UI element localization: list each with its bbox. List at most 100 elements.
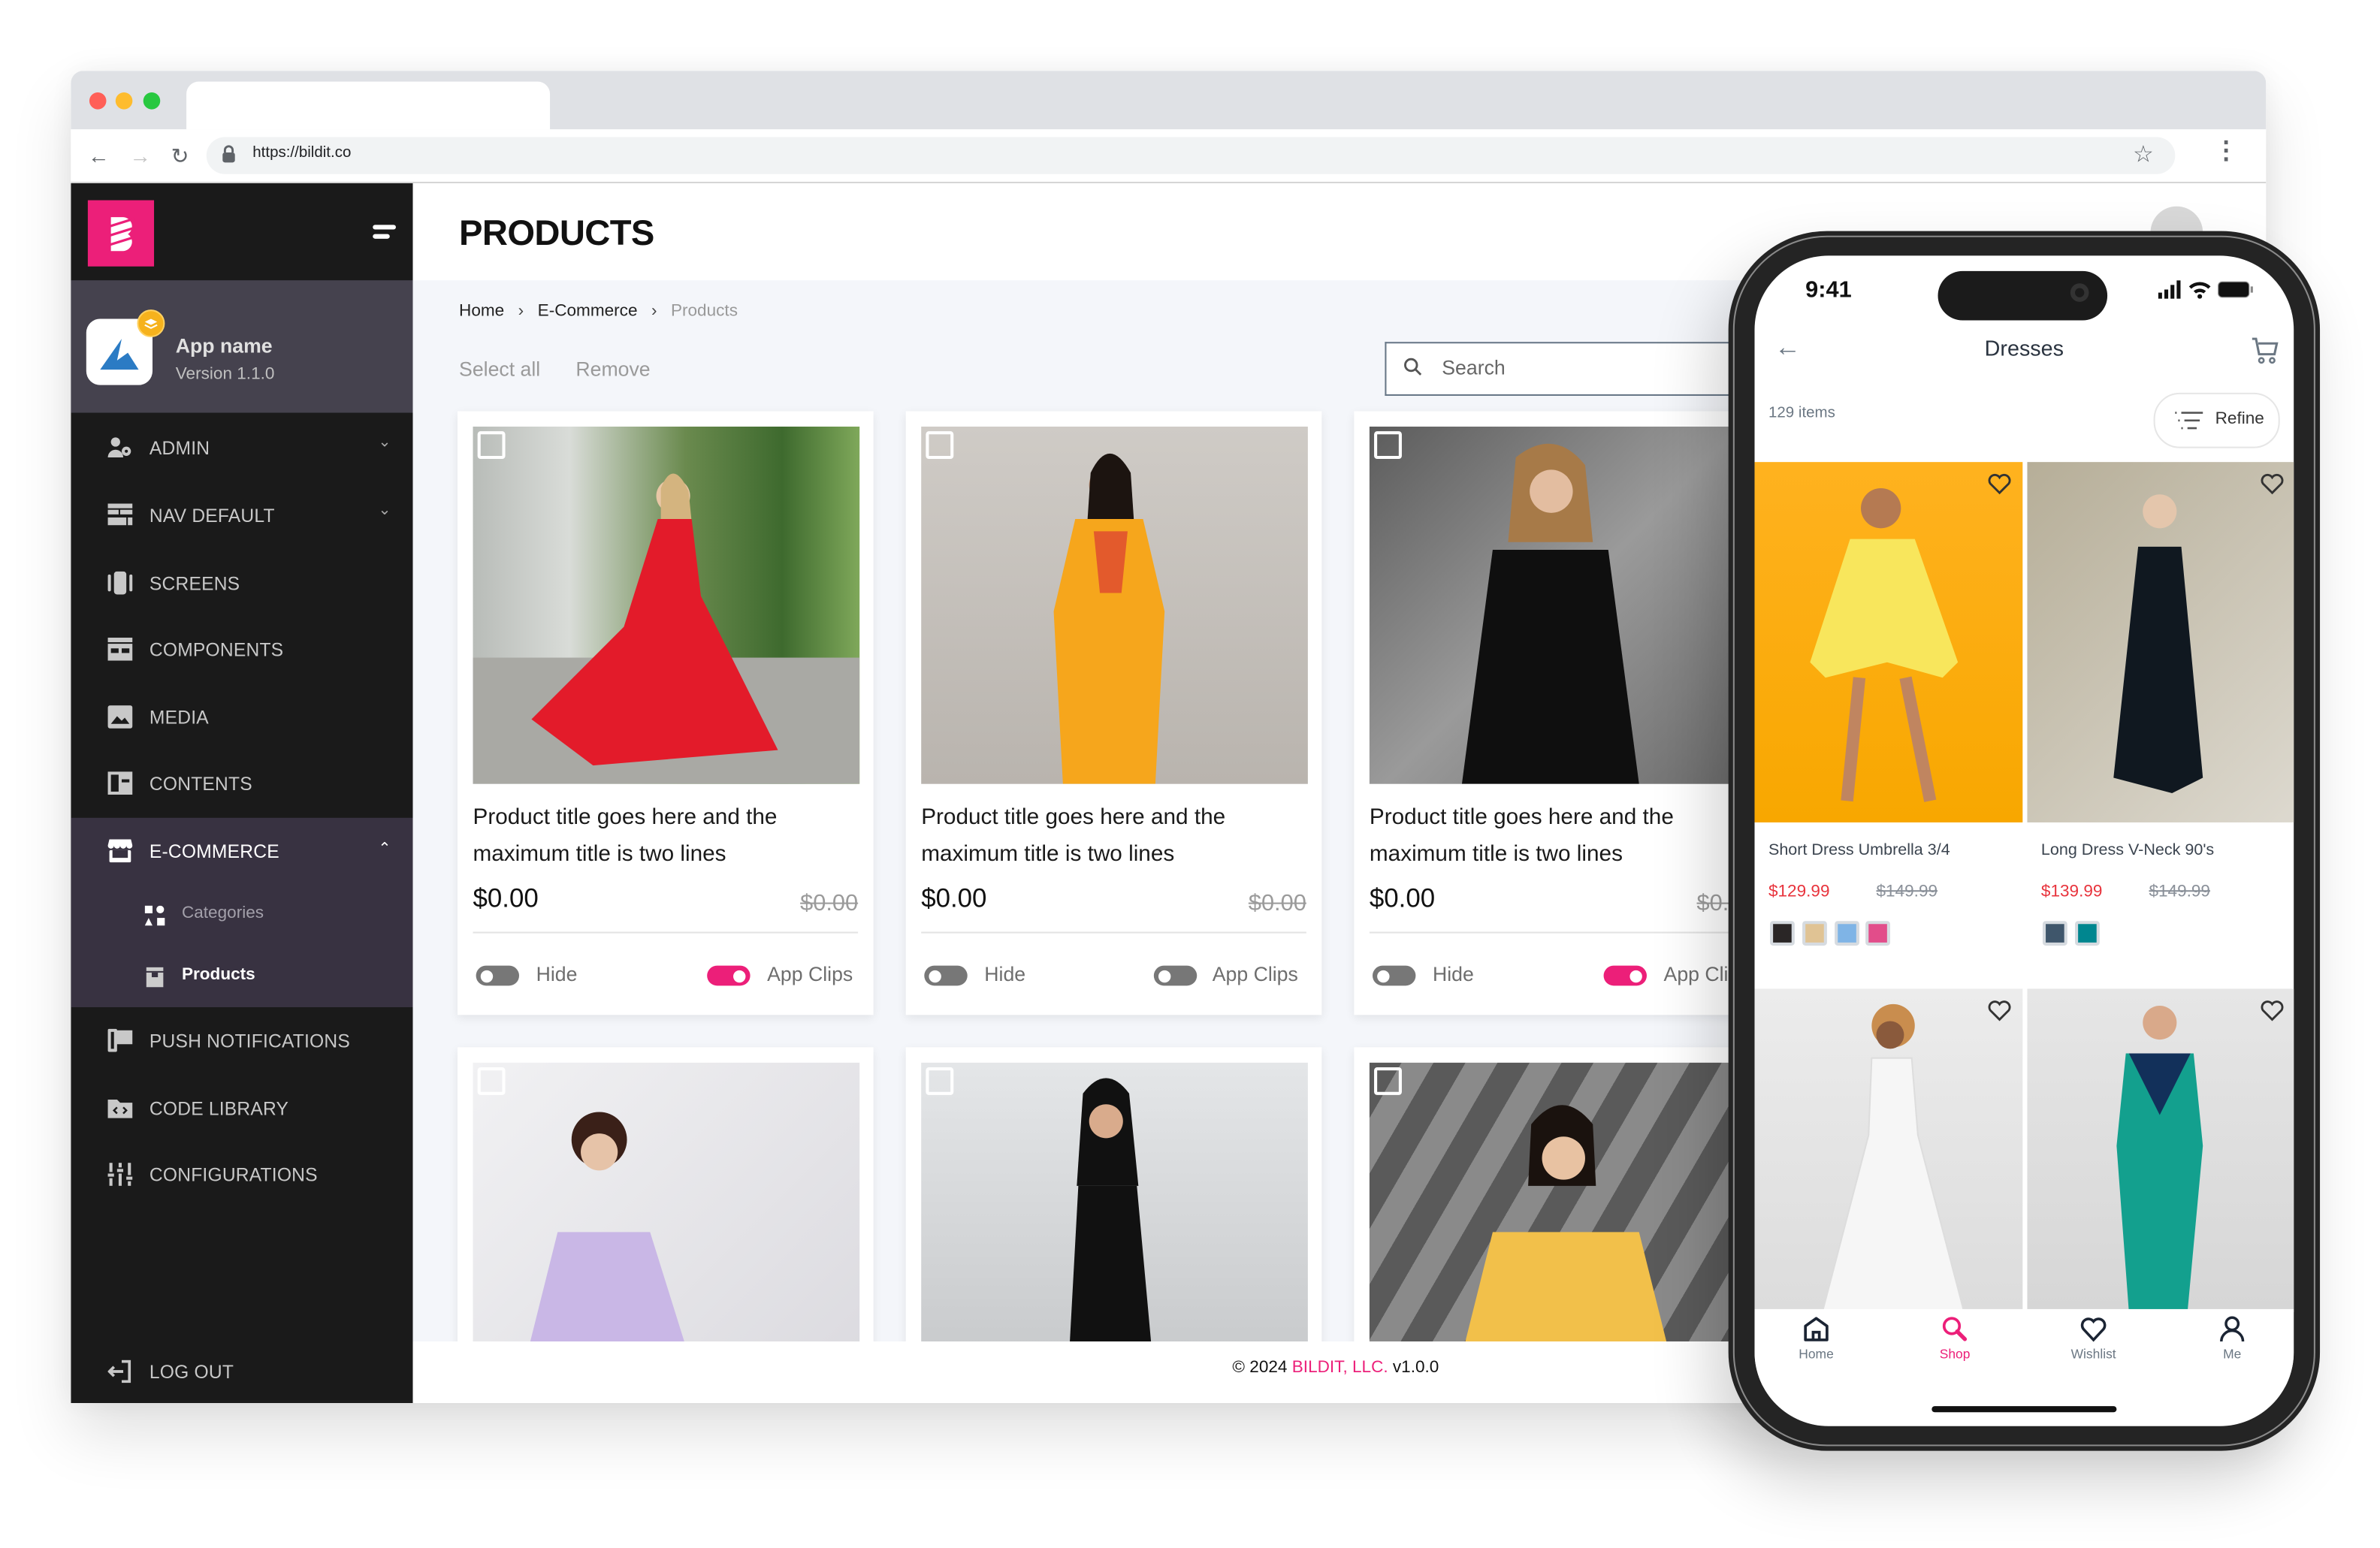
box-icon [146, 967, 164, 988]
breadcrumb-home[interactable]: Home [459, 302, 504, 321]
product-select-checkbox[interactable] [1374, 1067, 1402, 1095]
sidebar-item-media[interactable]: MEDIA [71, 683, 412, 750]
tab-home[interactable]: Home [1770, 1309, 1862, 1362]
sidebar-subitem-products[interactable]: Products [71, 946, 412, 1007]
sidebar-item-screens[interactable]: SCREENS [71, 550, 412, 616]
product-old-price: $0.00 [1248, 890, 1306, 917]
select-all-button[interactable]: Select all [459, 358, 540, 381]
product-old-price: $0.00 [800, 890, 859, 917]
hide-toggle[interactable] [924, 965, 968, 986]
remove-button[interactable]: Remove [575, 358, 650, 381]
product-card[interactable] [905, 1047, 1322, 1356]
sidebar-item-components[interactable]: COMPONENTS [71, 616, 412, 682]
phone-product-image[interactable] [2027, 988, 2294, 1313]
logo-b-icon [109, 217, 134, 252]
wishlist-heart-icon[interactable] [1987, 1000, 2012, 1021]
wishlist-heart-icon[interactable] [1987, 473, 2012, 495]
product-card[interactable]: Product title goes here and the maximum … [1354, 411, 1771, 1015]
wishlist-heart-icon[interactable] [2260, 1000, 2285, 1021]
sidebar-group-ecommerce: E-COMMERCE ⌃ Categories Products [71, 817, 413, 1008]
wishlist-heart-icon[interactable] [2260, 473, 2285, 495]
color-swatch[interactable] [1802, 921, 1827, 946]
cart-icon[interactable] [2251, 337, 2279, 365]
lock-icon [222, 145, 235, 163]
sidebar-item-code-library[interactable]: CODE LIBRARY [71, 1075, 412, 1141]
product-image [921, 1062, 1308, 1356]
user-icon [2220, 1316, 2245, 1342]
stage: ← → ↻ https://bildit.co ☆ ⋮ App name Ver… [0, 0, 2380, 1548]
sidebar-item-ecommerce[interactable]: E-COMMERCE ⌃ [71, 818, 412, 884]
app-clips-label: App Clips [767, 962, 853, 986]
product-price: $0.00 [473, 883, 539, 913]
tab-shop[interactable]: Shop [1909, 1309, 2001, 1362]
hide-toggle[interactable] [476, 965, 520, 986]
collapse-sidebar-button[interactable] [373, 225, 396, 243]
browser-tab[interactable] [186, 81, 551, 130]
reload-icon[interactable]: ↻ [171, 142, 189, 170]
signal-icon [2158, 280, 2181, 299]
hide-toggle[interactable] [1372, 965, 1416, 986]
screens-icon [107, 571, 133, 595]
minimize-window-button[interactable] [115, 92, 133, 110]
phone-product-image[interactable] [1754, 462, 2023, 822]
product-select-checkbox[interactable] [477, 431, 506, 460]
phone-product-image[interactable] [1754, 988, 2023, 1313]
sidebar-item-nav-default[interactable]: NAV DEFAULT ⌄ [71, 482, 412, 548]
color-swatch[interactable] [1865, 921, 1890, 946]
color-swatch[interactable] [1835, 921, 1859, 946]
sidebar-item-configurations[interactable]: CONFIGURATIONS [71, 1141, 412, 1207]
sidebar-item-push-notifications[interactable]: PUSH NOTIFICATIONS [71, 1007, 412, 1073]
tab-me[interactable]: Me [2186, 1309, 2279, 1362]
app-clips-toggle[interactable] [707, 965, 751, 986]
sliders-icon [107, 1163, 133, 1186]
product-select-checkbox[interactable] [926, 1067, 954, 1095]
status-time: 9:41 [1805, 277, 1852, 303]
chevron-down-icon: ⌄ [378, 434, 391, 451]
maximize-window-button[interactable] [143, 92, 161, 110]
product-card[interactable]: Product title goes here and the maximum … [905, 411, 1322, 1015]
product-title: Product title goes here and the maximum … [921, 805, 1226, 868]
back-icon[interactable]: ← [88, 142, 110, 170]
product-price: $0.00 [921, 883, 987, 913]
phone-product-image[interactable] [2027, 462, 2294, 822]
product-title: Product title goes here and the maximum … [473, 805, 778, 868]
refine-button[interactable]: Refine [2153, 392, 2280, 448]
product-card[interactable] [457, 1047, 874, 1356]
color-swatch[interactable] [2042, 921, 2067, 946]
company-link[interactable]: BILDIT, LLC. [1292, 1359, 1388, 1378]
dynamic-island [1938, 270, 2108, 321]
product-card[interactable]: Product title goes here and the maximum … [457, 411, 874, 1015]
product-card[interactable] [1354, 1047, 1771, 1356]
close-window-button[interactable] [89, 92, 107, 110]
star-icon[interactable]: ☆ [2133, 140, 2154, 168]
chevron-up-icon: ⌃ [378, 840, 391, 858]
address-bar[interactable]: https://bildit.co ☆ [206, 137, 2176, 174]
logout-button[interactable]: LOG OUT [71, 1338, 412, 1403]
product-image [473, 426, 860, 784]
home-icon [1804, 1317, 1829, 1341]
chevron-right-icon: › [518, 301, 524, 321]
forward-icon[interactable]: → [129, 142, 151, 170]
address-bar-row: ← → ↻ https://bildit.co ☆ ⋮ [71, 129, 2267, 184]
sidebar-subitem-categories[interactable]: Categories [71, 884, 412, 946]
app-clips-toggle[interactable] [1153, 965, 1198, 986]
sidebar-item-admin[interactable]: ADMIN ⌄ [71, 415, 412, 481]
kebab-menu-icon[interactable]: ⋮ [2214, 139, 2239, 167]
color-swatch[interactable] [2075, 921, 2100, 946]
product-select-checkbox[interactable] [477, 1067, 506, 1095]
app-info[interactable]: App name Version 1.1.0 [71, 280, 413, 413]
item-count: 129 items [1768, 405, 1835, 422]
breadcrumb-ecommerce[interactable]: E-Commerce [538, 302, 638, 321]
app-clips-toggle[interactable] [1603, 965, 1647, 986]
chevron-down-icon: ⌄ [378, 502, 391, 520]
sidebar-item-contents[interactable]: CONTENTS [71, 750, 412, 816]
heart-icon [2080, 1317, 2107, 1342]
chevron-right-icon: › [651, 301, 657, 321]
product-select-checkbox[interactable] [926, 431, 954, 460]
bildit-logo[interactable] [87, 200, 155, 267]
battery-icon [2218, 281, 2253, 298]
product-select-checkbox[interactable] [1374, 431, 1402, 460]
color-swatch[interactable] [1770, 921, 1795, 946]
product-image [473, 1062, 860, 1356]
tab-wishlist[interactable]: Wishlist [2047, 1309, 2140, 1362]
